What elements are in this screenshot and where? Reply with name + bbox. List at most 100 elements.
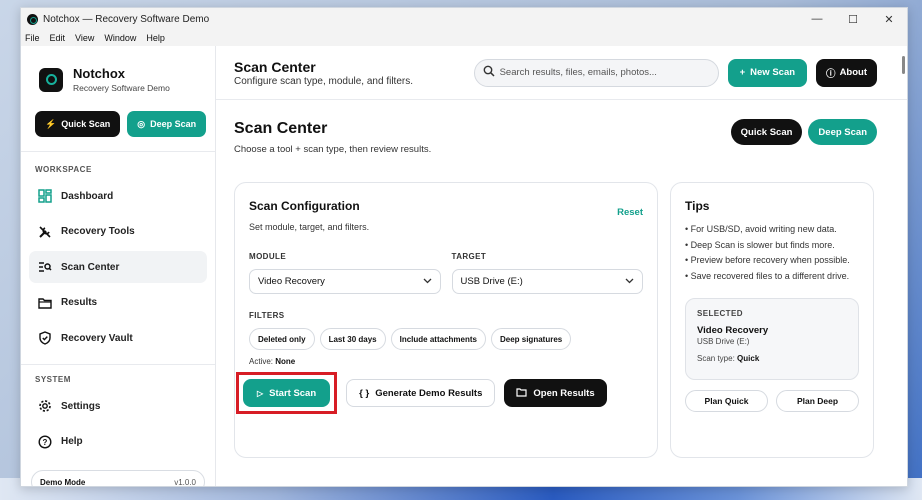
minimize-button[interactable]: —	[799, 8, 835, 30]
target-icon: ◎	[137, 118, 146, 129]
target-select-value: USB Drive (E:)	[460, 276, 523, 287]
tools-icon	[37, 224, 53, 240]
open-results-label: Open Results	[533, 387, 595, 399]
sidebar-item-scan-center[interactable]: Scan Center	[29, 251, 207, 283]
reset-button[interactable]: Reset	[617, 207, 643, 218]
module-field: MODULE Video Recovery	[249, 252, 441, 294]
demo-mode-pill: Demo Mode v1.0.0	[31, 470, 205, 487]
chevron-down-icon	[625, 276, 634, 287]
search-box[interactable]	[473, 58, 719, 87]
sidebar-item-results[interactable]: Results	[29, 287, 207, 319]
filter-chip-include-attachments[interactable]: Include attachments	[390, 328, 486, 350]
sidebar-deep-scan-button[interactable]: ◎ Deep Scan	[127, 111, 207, 137]
folder-open-icon	[516, 387, 527, 400]
scrollbar[interactable]	[899, 46, 907, 486]
filter-chip-deleted-only[interactable]: Deleted only	[249, 328, 315, 350]
main-content: Scan Center Configure scan type, module,…	[216, 46, 907, 486]
start-scan-button[interactable]: ▷ Start Scan	[243, 379, 331, 407]
sidebar-item-recovery-tools[interactable]: Recovery Tools	[29, 216, 207, 248]
menu-bar: File Edit View Window Help	[21, 30, 907, 46]
content-header: Scan Center Choose a tool + scan type, t…	[216, 100, 907, 155]
bolt-icon: ⚡	[45, 118, 57, 129]
config-subtitle: Set module, target, and filters.	[249, 222, 370, 232]
config-actions: ▷ Start Scan { } Generate Demo Results O…	[236, 372, 643, 414]
sidebar-item-recovery-vault[interactable]: Recovery Vault	[29, 322, 207, 354]
menu-file[interactable]: File	[25, 33, 40, 43]
maximize-button[interactable]: ☐	[835, 8, 871, 30]
search-input[interactable]	[499, 67, 700, 78]
selected-label: SELECTED	[697, 309, 743, 318]
new-scan-label: New Scan	[750, 67, 796, 78]
scrollbar-thumb[interactable]	[902, 56, 905, 74]
active-filters: Active: None	[249, 357, 643, 366]
quick-scan-button[interactable]: Quick Scan	[730, 119, 803, 145]
deep-scan-button[interactable]: Deep Scan	[808, 119, 877, 145]
filter-chip-last-30-days[interactable]: Last 30 days	[319, 328, 386, 350]
filters-label: FILTERS	[249, 311, 285, 320]
workspace-nav: Dashboard Recovery Tools Scan Center Res…	[21, 174, 215, 354]
menu-edit[interactable]: Edit	[50, 33, 66, 43]
selected-module: Video Recovery	[697, 325, 769, 336]
sidebar-item-label: Results	[61, 297, 98, 308]
filter-chips: Deleted only Last 30 days Include attach…	[249, 328, 643, 350]
plan-deep-button[interactable]: Plan Deep	[776, 390, 859, 412]
window-title: Notchox — Recovery Software Demo	[43, 13, 210, 25]
start-scan-highlight: ▷ Start Scan	[236, 372, 338, 414]
sidebar-item-label: Scan Center	[61, 261, 120, 273]
module-select[interactable]: Video Recovery	[249, 269, 441, 294]
scan-icon	[37, 259, 53, 275]
braces-icon: { }	[359, 387, 370, 399]
sidebar-item-dashboard[interactable]: Dashboard	[29, 180, 207, 212]
plus-icon: +	[739, 67, 746, 78]
menu-window[interactable]: Window	[104, 33, 136, 43]
gear-icon	[37, 398, 53, 414]
open-results-button[interactable]: Open Results	[504, 379, 607, 407]
sidebar-deep-scan-label: Deep Scan	[150, 119, 197, 129]
menu-view[interactable]: View	[75, 33, 94, 43]
brand-subtitle: Recovery Software Demo	[73, 83, 170, 93]
tip-item: • Deep Scan is slower but finds more.	[685, 239, 835, 250]
scan-type-label: Scan type:	[697, 354, 735, 363]
active-filters-label: Active:	[249, 357, 274, 366]
info-icon: ⓘ	[826, 68, 836, 80]
close-button[interactable]: ✕	[871, 8, 907, 30]
brand-name: Notchox	[73, 66, 125, 81]
title-bar: Notchox — Recovery Software Demo — ☐ ✕	[21, 8, 907, 30]
demo-mode-label: Demo Mode	[40, 477, 86, 487]
sidebar-item-settings[interactable]: Settings	[29, 390, 207, 422]
sidebar-item-help[interactable]: ? Help	[29, 426, 207, 458]
content-subtitle: Choose a tool + scan type, then review r…	[234, 144, 432, 155]
filter-chip-deep-signatures[interactable]: Deep signatures	[490, 328, 572, 350]
version-label: v1.0.0	[174, 477, 196, 487]
about-label: About	[839, 67, 867, 78]
tip-item: • Save recovered files to a different dr…	[685, 270, 850, 281]
folder-icon	[37, 295, 53, 311]
sidebar-item-label: Recovery Vault	[61, 332, 133, 344]
svg-text:?: ?	[43, 438, 48, 447]
target-field: TARGET USB Drive (E:)	[451, 252, 643, 294]
page-title: Scan Center	[234, 58, 316, 75]
sidebar-item-label: Help	[61, 436, 83, 447]
selected-scan-type: Scan type: Quick	[697, 354, 847, 363]
page-subtitle: Configure scan type, module, and filters…	[234, 75, 413, 87]
selected-summary: SELECTED Video Recovery USB Drive (E:) S…	[685, 298, 859, 380]
workspace-section-label: WORKSPACE	[35, 165, 92, 174]
system-section-label: SYSTEM	[35, 375, 71, 384]
new-scan-button[interactable]: + New Scan	[727, 58, 808, 87]
plan-quick-button[interactable]: Plan Quick	[685, 390, 768, 412]
system-nav: Settings ? Help	[21, 384, 215, 458]
about-button[interactable]: ⓘ About	[816, 58, 877, 87]
menu-help[interactable]: Help	[146, 33, 165, 43]
target-select[interactable]: USB Drive (E:)	[451, 269, 643, 294]
search-icon	[483, 65, 495, 80]
sidebar-quick-scan-button[interactable]: ⚡ Quick Scan	[35, 111, 121, 137]
brand-logo-icon	[39, 67, 63, 92]
tips-card: Tips • For USB/SD, avoid writing new dat…	[670, 182, 874, 458]
start-scan-label: Start Scan	[269, 387, 317, 399]
scan-configuration-card: Scan Configuration Reset Set module, tar…	[234, 182, 658, 458]
window-controls: — ☐ ✕	[799, 8, 907, 30]
tips-list: • For USB/SD, avoid writing new data. • …	[685, 222, 859, 284]
module-select-value: Video Recovery	[258, 276, 325, 287]
generate-demo-results-button[interactable]: { } Generate Demo Results	[346, 379, 496, 407]
dashboard-icon	[37, 188, 53, 204]
